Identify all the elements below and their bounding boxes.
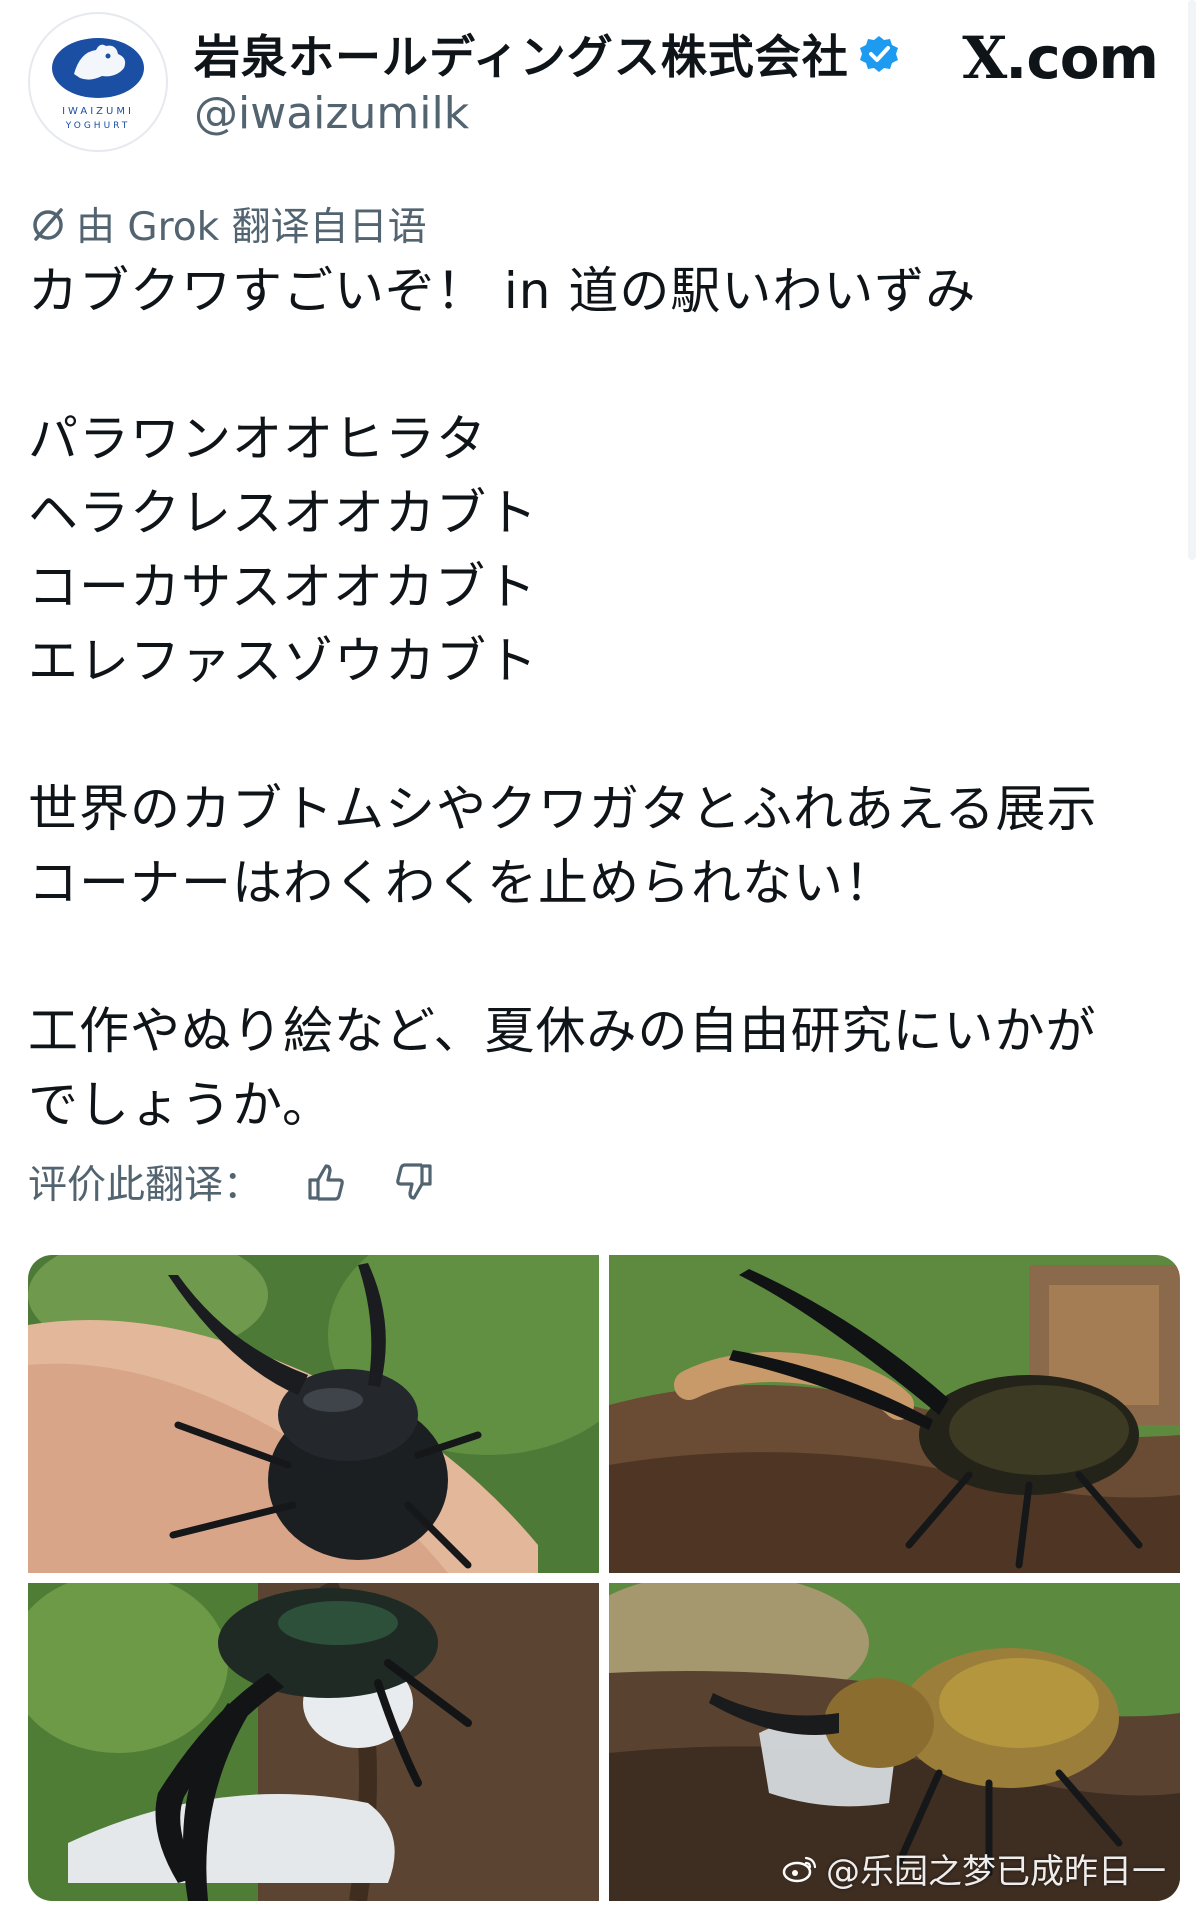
species-item: パラワンオオヒラタ: [28, 410, 487, 468]
x-com-logo: X.com: [962, 24, 1159, 92]
display-name[interactable]: 岩泉ホールディングス株式会社: [194, 21, 849, 87]
x-logo-glyph: X: [962, 24, 1007, 92]
thumbs-down-icon[interactable]: [390, 1158, 438, 1206]
x-logo-domain: .com: [1005, 24, 1159, 92]
avatar-logo-text-top: IWAIZUMI: [62, 106, 134, 117]
avatar[interactable]: IWAIZUMI YOGHURT: [28, 12, 168, 152]
weibo-logo-icon: [782, 1854, 818, 1884]
weibo-watermark: @乐园之梦已成昨日一: [782, 1844, 1166, 1893]
species-item: コーカサスオオカブト: [28, 558, 537, 616]
rate-translation-label: 评价此翻译：: [28, 1163, 263, 1208]
tweet-line: 工作やぬり絵など、夏休みの自由研究にいかが: [28, 1002, 1097, 1060]
scrollbar[interactable]: [1188, 0, 1196, 560]
rate-translation-row: 评价此翻译：: [28, 1154, 438, 1210]
account-handle[interactable]: @iwaizumilk: [194, 88, 469, 139]
display-name-row: 岩泉ホールディングス株式会社: [194, 22, 899, 86]
watermark-text: @乐园之梦已成昨日一: [826, 1852, 1166, 1892]
species-item: エレファスゾウカブト: [28, 632, 538, 690]
iwaizumi-yoghurt-logo: IWAIZUMI YOGHURT: [32, 16, 164, 148]
translate-slash-icon: [28, 204, 68, 244]
tweet-line: 世界のカブトムシやクワガタとふれあえる展示: [28, 780, 1098, 838]
tweet-line: コーナーはわくわくを止められない！: [28, 854, 895, 912]
thumbs-up-icon[interactable]: [302, 1158, 350, 1206]
hercules-beetle-on-log-photo[interactable]: [609, 1255, 1180, 1573]
tweet-header: IWAIZUMI YOGHURT 岩泉ホールディングス株式会社 @iwaizum…: [0, 0, 1202, 560]
caucasus-beetle-eating-jelly-photo[interactable]: [28, 1583, 599, 1901]
tweet-line-headline: カブクワすごいぞ！ in 道の駅いわいずみ: [28, 262, 977, 320]
tweet-line: でしょうか。: [28, 1076, 333, 1134]
verified-badge-icon[interactable]: [859, 34, 899, 74]
translation-notice[interactable]: 由 Grok 翻译自日语: [28, 196, 427, 252]
tweet-text: カブクワすごいぞ！ in 道の駅いわいずみ パラワンオオヒラタ ヘラクレスオオカ…: [28, 254, 1173, 1142]
media-grid: @乐园之梦已成昨日一: [28, 1255, 1180, 1901]
stag-beetle-on-hand-photo[interactable]: [28, 1255, 599, 1573]
translation-label: 由 Grok 翻译自日语: [76, 205, 427, 250]
avatar-logo-text-bottom: YOGHURT: [65, 121, 131, 131]
species-item: ヘラクレスオオカブト: [28, 484, 538, 542]
